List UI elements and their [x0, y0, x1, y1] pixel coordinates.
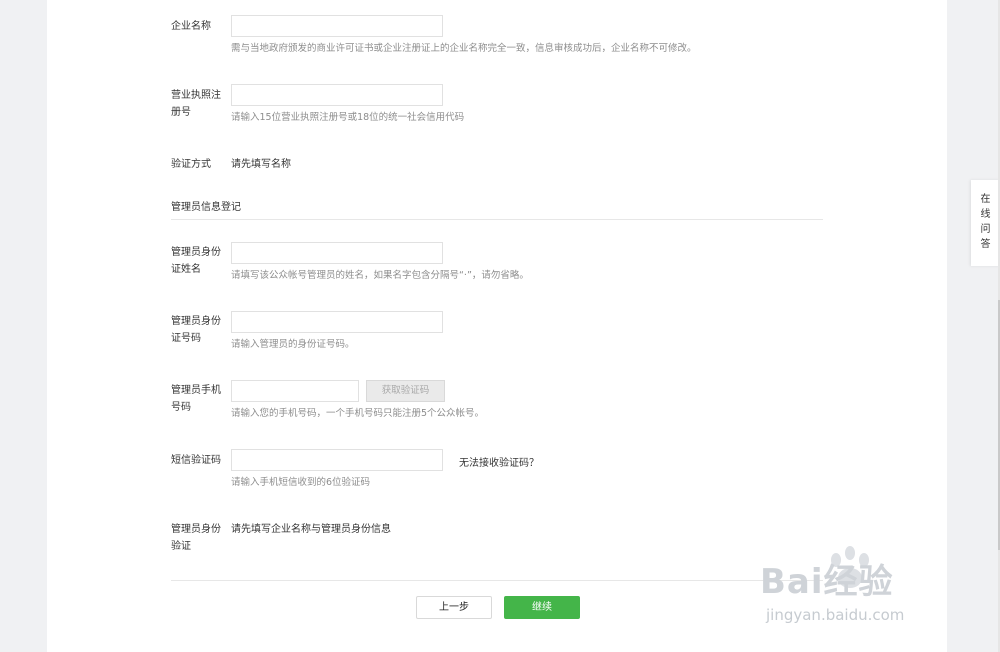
continue-button[interactable]: 继续	[504, 596, 580, 619]
admin-name-label-line2: 证姓名	[171, 264, 201, 275]
sms-code-label: 短信验证码	[171, 455, 221, 466]
admin-id-input[interactable]	[231, 311, 443, 333]
admin-verify-label-line1: 管理员身份	[171, 524, 221, 535]
admin-phone-input[interactable]	[231, 380, 359, 402]
online-qa-char-2: 线	[980, 209, 991, 220]
admin-id-label-line2: 证号码	[171, 333, 201, 344]
verify-method-value: 请先填写名称	[231, 159, 291, 170]
license-no-hint: 请输入15位营业执照注册号或18位的统一社会信用代码	[231, 112, 465, 123]
verify-method-label: 验证方式	[171, 159, 211, 170]
sms-code-input[interactable]	[231, 449, 443, 471]
company-name-input[interactable]	[231, 15, 443, 37]
admin-verify-value: 请先填写企业名称与管理员身份信息	[231, 524, 391, 535]
admin-name-hint: 请填写该公众帐号管理员的姓名，如果名字包含分隔号“·”，请勿省略。	[231, 270, 529, 281]
online-qa-char-3: 问	[980, 224, 991, 235]
footer-divider	[171, 580, 823, 581]
admin-name-label: 管理员身份 证姓名	[171, 244, 227, 278]
license-no-input[interactable]	[231, 84, 443, 106]
admin-phone-label-line2: 号码	[171, 402, 191, 413]
admin-name-label-line1: 管理员身份	[171, 247, 221, 258]
company-name-label: 企业名称	[171, 21, 211, 32]
section-divider	[171, 219, 823, 220]
sms-code-hint: 请输入手机短信收到的6位验证码	[231, 477, 371, 488]
admin-section-title: 管理员信息登记	[171, 202, 241, 213]
admin-phone-label: 管理员手机 号码	[171, 382, 227, 416]
company-name-hint: 需与当地政府颁发的商业许可证书或企业注册证上的企业名称完全一致，信息审核成功后，…	[231, 43, 697, 54]
prev-step-button[interactable]: 上一步	[416, 596, 492, 619]
no-code-link[interactable]: 无法接收验证码？	[459, 454, 539, 469]
online-qa-char-4: 答	[980, 239, 991, 250]
admin-phone-hint: 请输入您的手机号码，一个手机号码只能注册5个公众帐号。	[231, 408, 485, 419]
online-qa-char-1: 在	[980, 194, 991, 205]
form-panel: 企业名称 需与当地政府颁发的商业许可证书或企业注册证上的企业名称完全一致，信息审…	[47, 0, 947, 652]
admin-phone-label-line1: 管理员手机	[171, 385, 221, 396]
online-qa-tab[interactable]: 在 线 问 答	[971, 180, 1000, 266]
admin-id-hint: 请输入管理员的身份证号码。	[231, 339, 355, 350]
license-no-label-line2: 册号	[171, 107, 191, 118]
get-code-button[interactable]: 获取验证码	[366, 380, 445, 402]
admin-verify-label-line2: 验证	[171, 541, 191, 552]
license-no-label-line1: 营业执照注	[171, 90, 221, 101]
admin-name-input[interactable]	[231, 242, 443, 264]
admin-verify-label: 管理员身份 验证	[171, 521, 227, 555]
admin-id-label-line1: 管理员身份	[171, 316, 221, 327]
license-no-label: 营业执照注 册号	[171, 87, 227, 121]
admin-id-label: 管理员身份 证号码	[171, 313, 227, 347]
